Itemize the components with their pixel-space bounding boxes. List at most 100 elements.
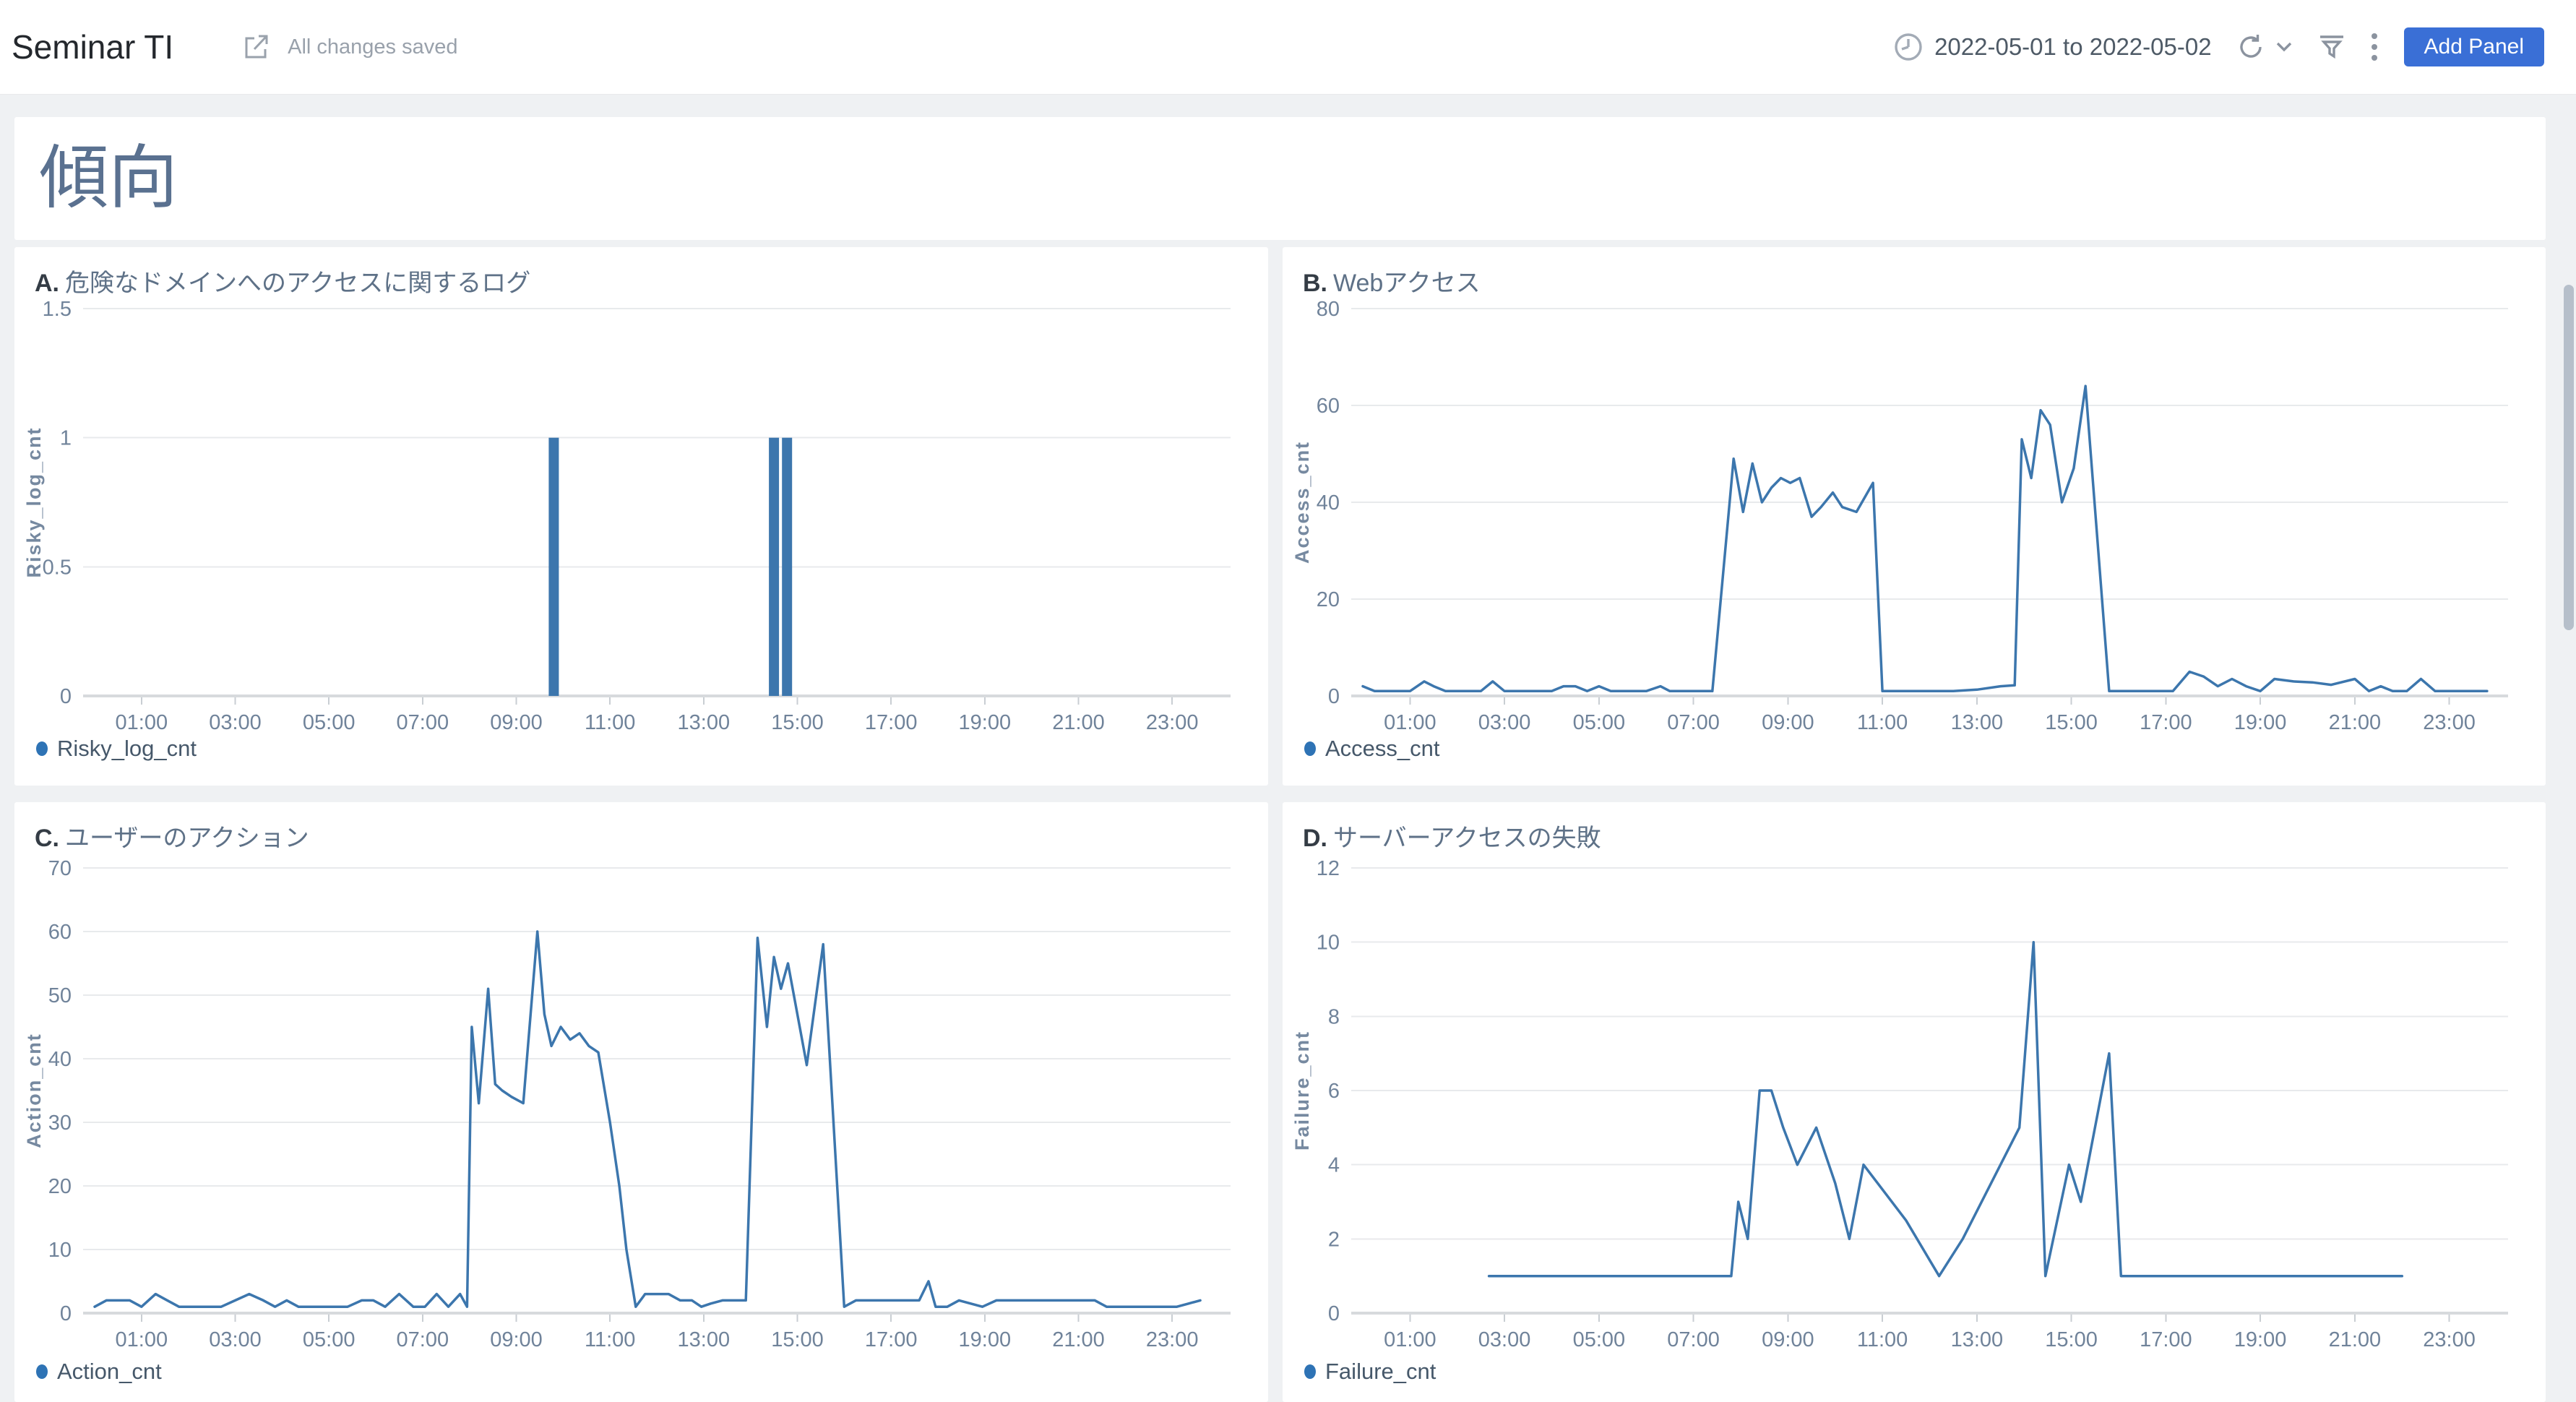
svg-text:09:00: 09:00	[1762, 711, 1814, 734]
svg-text:01:00: 01:00	[1384, 711, 1436, 734]
chart-panel-c[interactable]: C.ユーザーのアクション 01020304050607001:0003:0005…	[14, 802, 1268, 1402]
filter-funnel-icon	[2317, 33, 2346, 61]
svg-text:21:00: 21:00	[1052, 711, 1105, 734]
time-range-label: 2022-05-01 to 2022-05-02	[1934, 33, 2211, 61]
svg-text:Risky_log_cnt: Risky_log_cnt	[23, 426, 45, 577]
time-range-picker[interactable]: 2022-05-01 to 2022-05-02	[1892, 31, 2211, 63]
svg-text:70: 70	[48, 857, 72, 880]
svg-text:13:00: 13:00	[678, 711, 731, 734]
svg-text:17:00: 17:00	[865, 711, 918, 734]
svg-text:03:00: 03:00	[1478, 711, 1531, 734]
refresh-interval-dropdown[interactable]	[2275, 41, 2293, 53]
legend-dot	[1304, 1364, 1316, 1379]
svg-text:07:00: 07:00	[1667, 711, 1720, 734]
legend-access-cnt[interactable]: Access_cnt	[1304, 736, 1440, 762]
svg-text:6: 6	[1328, 1080, 1340, 1103]
svg-text:11:00: 11:00	[585, 711, 635, 734]
svg-text:11:00: 11:00	[1857, 1328, 1908, 1351]
svg-text:1: 1	[60, 427, 72, 450]
svg-text:15:00: 15:00	[771, 711, 824, 734]
panel-letter: A.	[35, 270, 59, 297]
save-status-text: All changes saved	[288, 35, 457, 59]
svg-text:19:00: 19:00	[2234, 711, 2287, 734]
chart-a-canvas[interactable]: 00.511.501:0003:0005:0007:0009:0011:0013…	[14, 247, 1268, 786]
svg-text:60: 60	[1317, 395, 1340, 418]
svg-text:09:00: 09:00	[490, 711, 543, 734]
legend-action-cnt[interactable]: Action_cnt	[36, 1359, 162, 1385]
svg-text:21:00: 21:00	[2329, 1328, 2382, 1351]
svg-text:11:00: 11:00	[585, 1328, 635, 1351]
svg-text:19:00: 19:00	[2234, 1328, 2287, 1351]
svg-text:50: 50	[48, 984, 72, 1007]
chart-panel-d[interactable]: D.サーバーアクセスの失敗 02468101201:0003:0005:0007…	[1283, 802, 2546, 1402]
panel-title: C.ユーザーのアクション	[35, 818, 309, 853]
panel-title: B.Webアクセス	[1303, 263, 1481, 298]
svg-text:21:00: 21:00	[1052, 1328, 1105, 1351]
svg-text:01:00: 01:00	[1384, 1328, 1436, 1351]
app-header: Seminar TI All changes saved 2022-05-01 …	[0, 0, 2576, 95]
section-heading: 傾向	[39, 144, 178, 213]
refresh-button[interactable]	[2236, 33, 2265, 61]
svg-text:17:00: 17:00	[2140, 711, 2192, 734]
kebab-menu-icon	[2371, 32, 2378, 62]
chart-c-canvas[interactable]: 01020304050607001:0003:0005:0007:0009:00…	[14, 802, 1268, 1402]
chart-d-canvas[interactable]: 02468101201:0003:0005:0007:0009:0011:001…	[1283, 802, 2546, 1402]
dashboard-title: Seminar TI	[12, 27, 173, 66]
svg-text:2: 2	[1328, 1228, 1340, 1251]
scrollbar-thumb[interactable]	[2564, 285, 2574, 630]
legend-dot	[36, 741, 48, 756]
legend-dot	[36, 1364, 48, 1379]
export-icon[interactable]	[240, 32, 270, 62]
svg-text:0: 0	[1328, 685, 1340, 708]
panel-letter: B.	[1303, 270, 1327, 297]
clock-icon	[1892, 31, 1924, 63]
section-heading-panel[interactable]: 傾向	[14, 117, 2546, 240]
chart-panel-b[interactable]: B.Webアクセス 02040608001:0003:0005:0007:000…	[1283, 247, 2546, 786]
panel-title: D.サーバーアクセスの失敗	[1303, 818, 1601, 853]
svg-text:13:00: 13:00	[1951, 1328, 2004, 1351]
svg-text:20: 20	[48, 1175, 72, 1198]
svg-text:05:00: 05:00	[303, 1328, 356, 1351]
more-options-button[interactable]	[2371, 32, 2378, 62]
svg-text:10: 10	[1317, 932, 1340, 955]
panel-letter: D.	[1303, 825, 1327, 852]
svg-text:01:00: 01:00	[116, 1328, 168, 1351]
svg-text:12: 12	[1317, 857, 1340, 880]
svg-text:03:00: 03:00	[209, 1328, 262, 1351]
chart-panel-a[interactable]: A.危険なドメインへのアクセスに関するログ 00.511.501:0003:00…	[14, 247, 1268, 786]
panel-title: A.危険なドメインへのアクセスに関するログ	[35, 263, 530, 298]
svg-text:17:00: 17:00	[865, 1328, 918, 1351]
svg-text:23:00: 23:00	[1146, 1328, 1199, 1351]
svg-text:60: 60	[48, 921, 72, 944]
svg-text:19:00: 19:00	[959, 1328, 1012, 1351]
svg-text:1.5: 1.5	[43, 298, 72, 321]
refresh-icon	[2236, 33, 2265, 61]
svg-text:01:00: 01:00	[116, 711, 168, 734]
svg-text:13:00: 13:00	[1951, 711, 2004, 734]
svg-text:0.5: 0.5	[43, 556, 72, 579]
svg-text:40: 40	[48, 1048, 72, 1071]
legend-failure-cnt[interactable]: Failure_cnt	[1304, 1359, 1436, 1385]
svg-text:05:00: 05:00	[1573, 711, 1626, 734]
legend-risky-log-cnt[interactable]: Risky_log_cnt	[36, 736, 197, 762]
svg-text:05:00: 05:00	[1573, 1328, 1626, 1351]
svg-text:Access_cnt: Access_cnt	[1291, 441, 1313, 564]
svg-text:09:00: 09:00	[1762, 1328, 1814, 1351]
chevron-down-icon	[2275, 41, 2293, 53]
svg-text:23:00: 23:00	[1146, 711, 1199, 734]
svg-text:05:00: 05:00	[303, 711, 356, 734]
svg-text:30: 30	[48, 1111, 72, 1135]
svg-text:09:00: 09:00	[490, 1328, 543, 1351]
svg-text:40: 40	[1317, 491, 1340, 515]
svg-text:8: 8	[1328, 1005, 1340, 1028]
legend-dot	[1304, 741, 1316, 756]
svg-text:03:00: 03:00	[1478, 1328, 1531, 1351]
svg-text:0: 0	[60, 1302, 72, 1325]
svg-text:15:00: 15:00	[771, 1328, 824, 1351]
svg-text:20: 20	[1317, 588, 1340, 611]
svg-text:13:00: 13:00	[678, 1328, 731, 1351]
add-panel-button[interactable]: Add Panel	[2404, 27, 2544, 66]
chart-b-canvas[interactable]: 02040608001:0003:0005:0007:0009:0011:001…	[1283, 247, 2546, 786]
filter-button[interactable]	[2317, 33, 2346, 61]
svg-text:80: 80	[1317, 298, 1340, 321]
